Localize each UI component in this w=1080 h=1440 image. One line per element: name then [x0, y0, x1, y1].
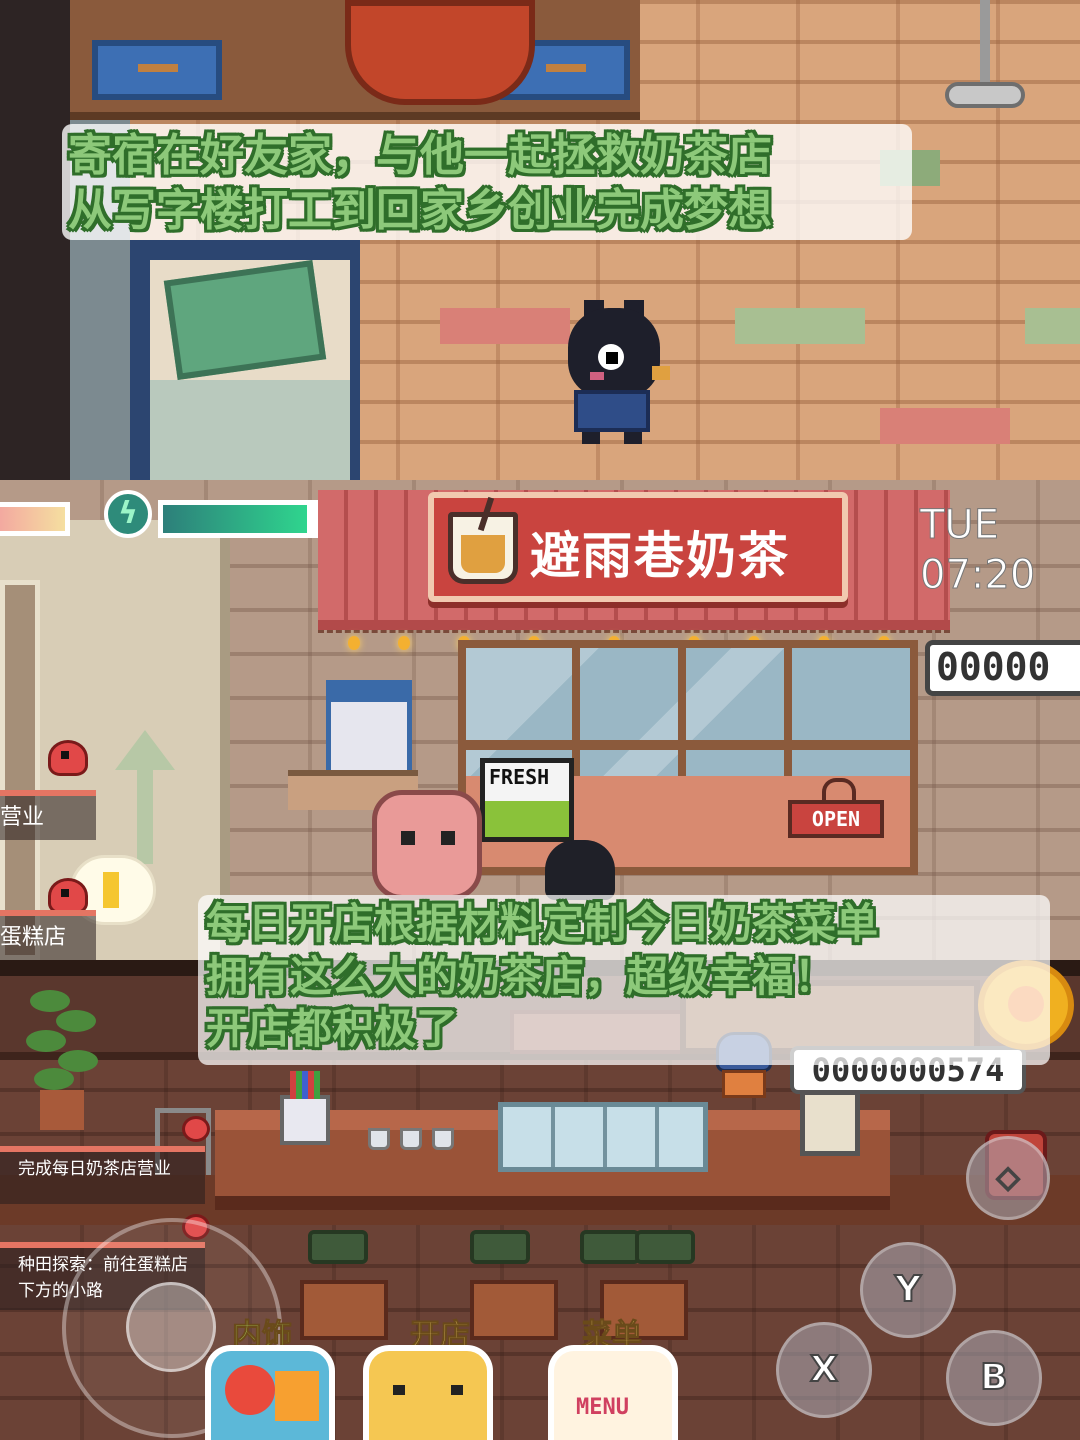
menu-clipboard-icon[interactable]: MENU [548, 1345, 678, 1440]
sofa-icon[interactable] [205, 1345, 335, 1440]
promo-caption-top: 寄宿在好友家，与他一起拯救奶茶店 从写字楼打工到回家乡创业完成梦想 [60, 128, 780, 238]
x-button[interactable]: X [776, 1322, 872, 1418]
blanket [150, 380, 350, 480]
bubble-tea-cup-icon [448, 512, 518, 584]
tea-cup [432, 1128, 454, 1150]
lightning-icon: ϟ [104, 490, 152, 538]
b-button[interactable]: B [946, 1330, 1042, 1426]
caption-line: 开店都积极了 [206, 1004, 459, 1053]
stool [308, 1230, 368, 1264]
ice-cream-freezer [326, 680, 412, 780]
y-button[interactable]: Y [860, 1242, 956, 1338]
table [300, 1280, 388, 1340]
day-of-week: TUE [919, 502, 999, 549]
player-crow-character [560, 300, 670, 450]
caption-line: 从写字楼打工到回家乡创业完成梦想 [68, 185, 772, 236]
wall-tile [440, 308, 570, 344]
tea-cup [368, 1128, 390, 1150]
stool [635, 1230, 695, 1264]
quest-bird-icon [182, 1116, 210, 1142]
black-cat-character [545, 840, 615, 900]
open-sign[interactable]: OPEN [788, 778, 884, 838]
pillow [163, 260, 327, 380]
stool [580, 1230, 640, 1264]
caption-line: 寄宿在好友家，与他一起拯救奶茶店 [68, 130, 772, 181]
glass-display-case[interactable] [498, 1102, 708, 1172]
quest-label: 完成每日奶茶店营业 [18, 1159, 171, 1179]
up-arrow-marker [110, 730, 180, 870]
tea-shop-exterior-scene: ϟ 避雨巷奶茶 FRESH OPEN TUE 07:20 00000 营业 蛋糕… [0, 480, 1080, 960]
wall-tile [880, 408, 1010, 444]
diamond-button[interactable]: ◇ [966, 1136, 1050, 1220]
quest-panel[interactable]: 完成每日奶茶店营业 [0, 1146, 205, 1204]
cash-register[interactable] [800, 1090, 860, 1156]
desk-drawer-left [92, 40, 222, 100]
wall-tile [735, 308, 865, 344]
pink-octopus-npc[interactable] [372, 790, 482, 900]
potted-plant [20, 980, 100, 1130]
cat-face-icon[interactable] [363, 1345, 493, 1440]
quest-label: 营业 [0, 805, 45, 830]
bedroom-scene [0, 0, 1080, 480]
light-bulb [398, 636, 410, 650]
fresh-poster-text: FRESH [489, 765, 550, 789]
building-door [0, 580, 40, 960]
table [470, 1280, 558, 1340]
quest-panel[interactable]: 蛋糕店 [0, 910, 96, 960]
stool [470, 1230, 530, 1264]
office-chair [345, 0, 535, 105]
menu-icon-text: MENU [576, 1395, 629, 1420]
dark-wall [0, 0, 70, 480]
quest-bird-icon [48, 878, 88, 914]
promo-caption-middle: 每日开店根据材料定制今日奶茶菜单 拥有这么大的奶茶店，超级幸福！ 开店都积极了 [198, 898, 886, 1056]
clock-display: TUE 07:20 [919, 500, 1036, 600]
quest-bird-icon [48, 740, 88, 776]
floor-lamp [940, 0, 1030, 120]
money-counter: 00000 [925, 640, 1080, 696]
tea-cup [400, 1128, 422, 1150]
caption-line: 每日开店根据材料定制今日奶茶菜单 [206, 899, 879, 948]
shop-sign: 避雨巷奶茶 [428, 492, 848, 602]
health-bar [0, 502, 70, 536]
quest-panel[interactable]: 营业 [0, 790, 96, 840]
caption-line: 拥有这么大的奶茶店，超级幸福！ [206, 951, 837, 1001]
wall-tile [1025, 308, 1080, 344]
fresh-poster: FRESH [480, 758, 574, 842]
joystick-nub[interactable] [126, 1282, 216, 1372]
time-of-day: 07:20 [919, 552, 1036, 599]
shop-sign-text: 避雨巷奶茶 [530, 527, 790, 585]
energy-bar-fill [163, 505, 307, 533]
quest-label: 蛋糕店 [0, 925, 67, 950]
light-bulb [348, 636, 360, 650]
pen-holder [280, 1071, 330, 1145]
